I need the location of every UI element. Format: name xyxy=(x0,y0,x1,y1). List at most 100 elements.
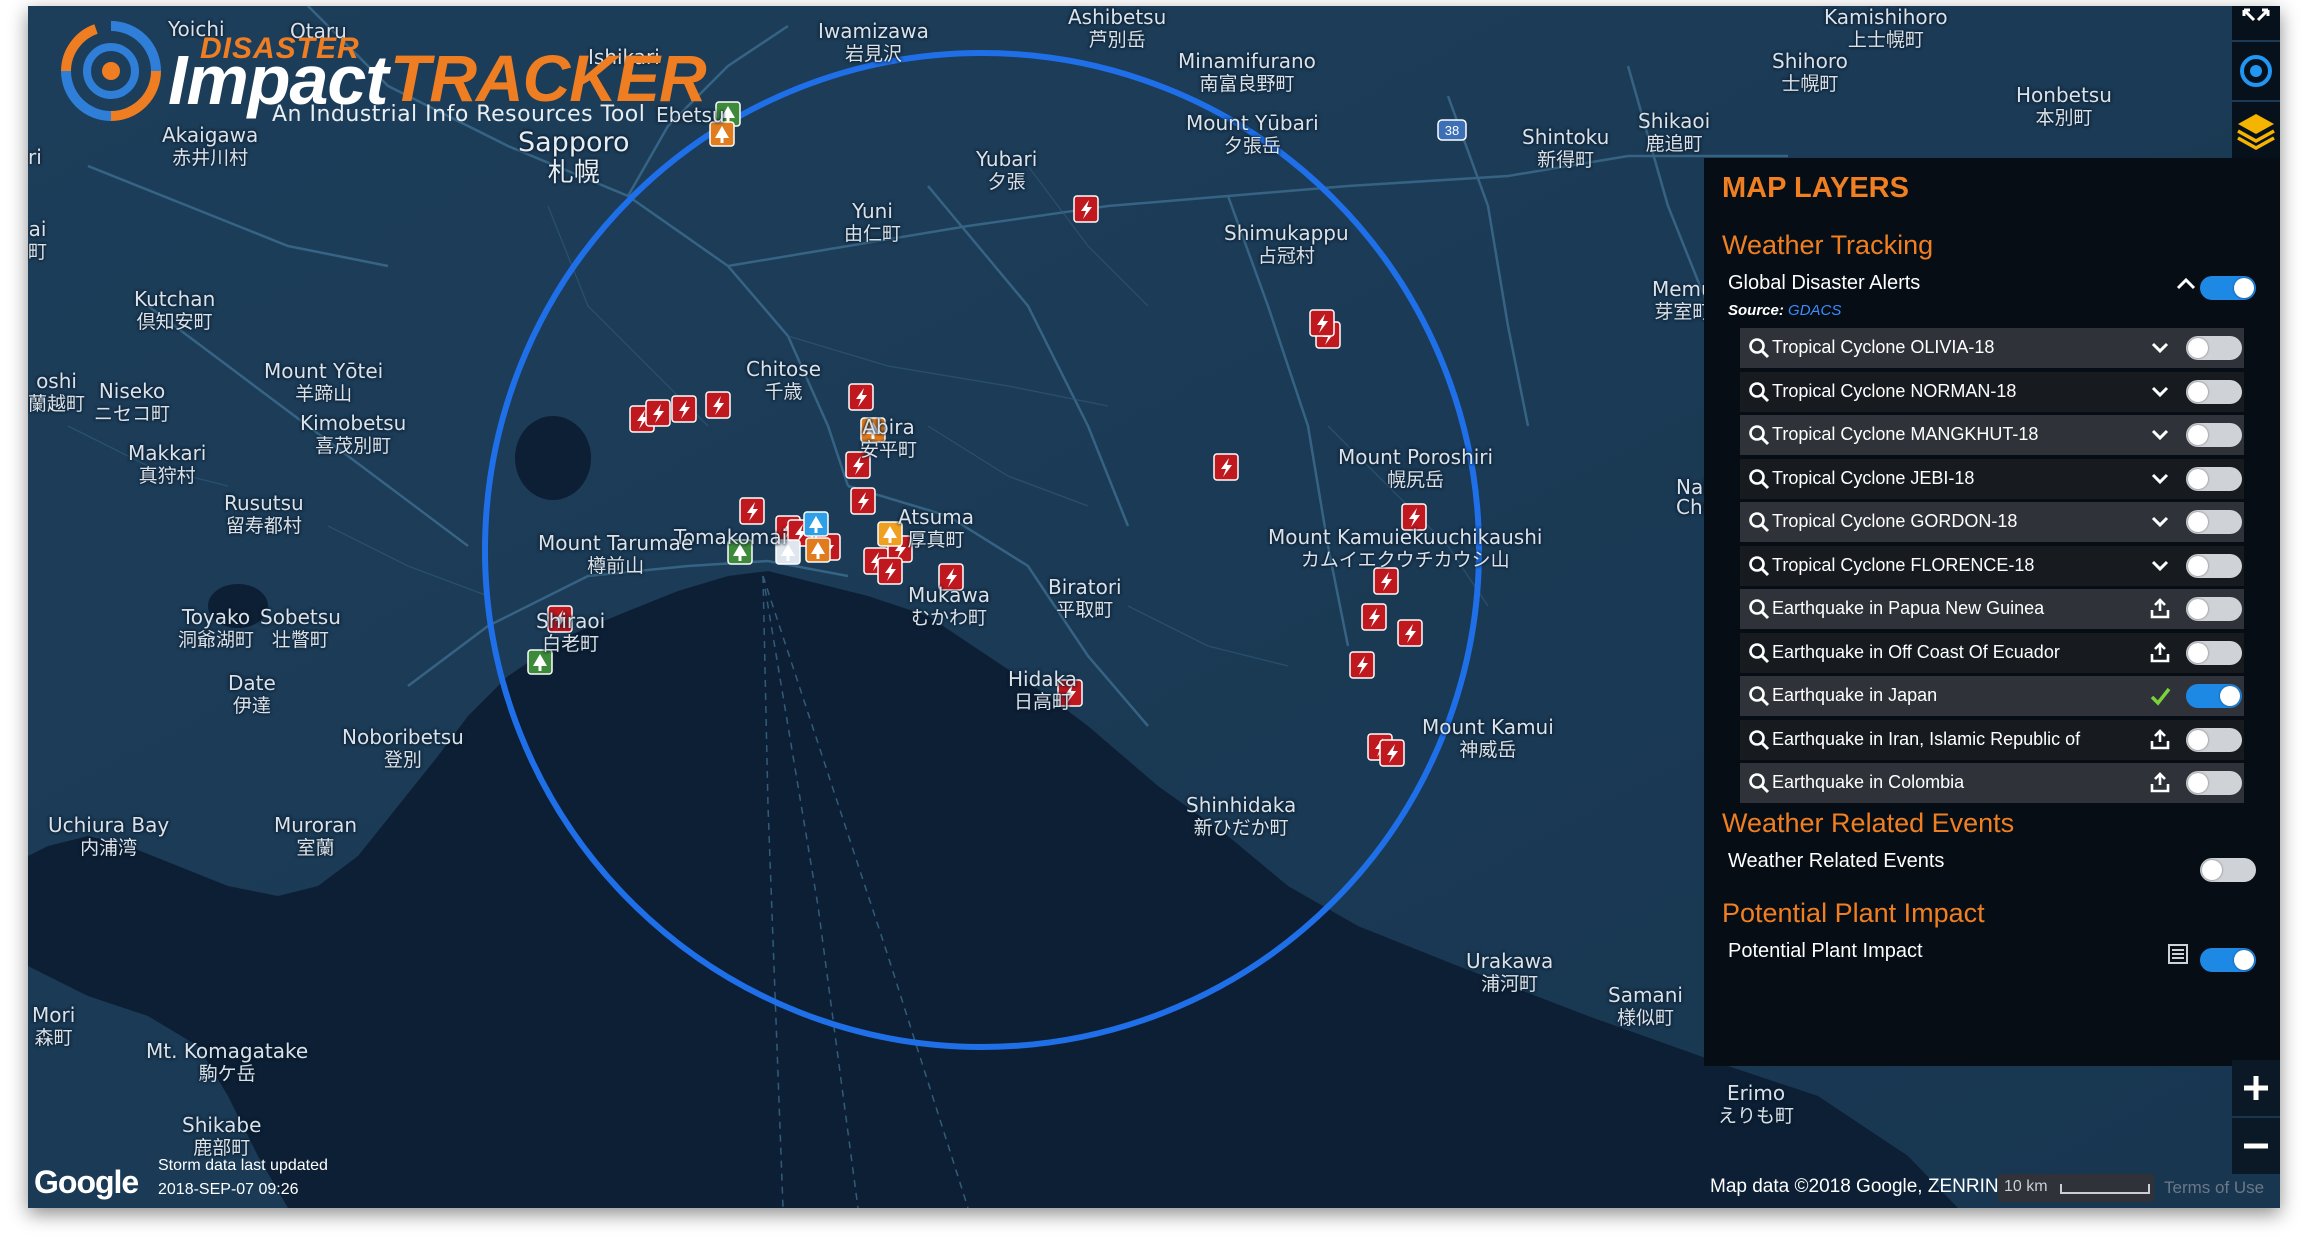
alert-row[interactable]: Tropical Cyclone OLIVIA-18 xyxy=(1740,328,2244,368)
alert-row[interactable]: Earthquake in Japan xyxy=(1740,676,2244,716)
search-icon[interactable] xyxy=(1747,684,1771,708)
chevron-down-icon[interactable] xyxy=(2148,510,2172,534)
chevron-down-icon[interactable] xyxy=(2148,380,2172,404)
chevron-down-icon[interactable] xyxy=(2148,336,2172,360)
plant-marker[interactable] xyxy=(803,511,829,537)
weather-events-toggle[interactable] xyxy=(2200,858,2256,882)
search-icon[interactable] xyxy=(1747,380,1771,404)
search-icon[interactable] xyxy=(1747,597,1771,621)
earthquake-alert-marker[interactable] xyxy=(1379,739,1405,767)
source-link[interactable]: GDACS xyxy=(1788,302,1841,319)
earthquake-alert-marker[interactable] xyxy=(1073,195,1099,223)
alert-row[interactable]: Earthquake in Iran, Islamic Republic of xyxy=(1740,719,2244,760)
place-native-name: 占冠村 xyxy=(1257,245,1315,267)
storm-update-label: Storm data last updated xyxy=(158,1157,328,1174)
search-icon[interactable] xyxy=(1747,728,1771,752)
place-name: Mount Yūbari xyxy=(1186,111,1319,135)
alert-toggle[interactable] xyxy=(2186,553,2242,578)
app-window: 38 Otaru Yoichi Iwamizawa 岩見沢 Ashibetsu 芦別岳 Mi… xyxy=(28,6,2280,1208)
plant-marker[interactable] xyxy=(805,537,831,563)
alert-row[interactable]: Tropical Cyclone MANGKHUT-18 xyxy=(1740,415,2244,455)
earthquake-alert-marker[interactable] xyxy=(1397,619,1423,647)
earthquake-alert-marker[interactable] xyxy=(671,395,697,423)
earthquake-alert-marker[interactable] xyxy=(739,497,765,525)
place-native-name: 平取町 xyxy=(1056,599,1114,621)
place-label: Mount Yūbari 夕張岳 xyxy=(1186,112,1319,158)
chevron-up-icon[interactable] xyxy=(2174,274,2198,294)
layers-icon xyxy=(2237,114,2275,151)
earthquake-alert-marker[interactable] xyxy=(1361,603,1387,631)
upload-icon[interactable] xyxy=(2148,728,2172,752)
alert-toggle[interactable] xyxy=(2186,684,2242,708)
toggle-knob xyxy=(2188,555,2208,576)
fullscreen-button[interactable] xyxy=(2232,6,2280,40)
place-native-name: 樽前山 xyxy=(587,555,645,577)
chevron-down-icon[interactable] xyxy=(2148,467,2172,491)
alert-toggle[interactable] xyxy=(2186,597,2242,621)
place-label: Abira 安平町 xyxy=(860,416,917,462)
upload-icon[interactable] xyxy=(2148,641,2172,665)
earthquake-alert-marker[interactable] xyxy=(850,487,876,515)
earthquake-alert-marker[interactable] xyxy=(848,383,874,411)
earthquake-alert-marker[interactable] xyxy=(645,399,671,427)
chevron-down-icon[interactable] xyxy=(2148,423,2172,447)
place-label: Niseko ニセコ町 xyxy=(94,380,170,426)
alert-toggle[interactable] xyxy=(2186,771,2242,795)
place-native-name: 浦河町 xyxy=(1481,973,1539,995)
alert-row[interactable]: Earthquake in Colombia xyxy=(1740,763,2244,803)
zoom-in-button[interactable] xyxy=(2232,1060,2280,1116)
alert-toggle[interactable] xyxy=(2186,336,2242,360)
map-layers-button[interactable] xyxy=(2232,102,2280,158)
google-logo[interactable]: Google xyxy=(34,1164,139,1201)
alert-label: Tropical Cyclone GORDON-18 xyxy=(1772,511,2018,531)
alert-row[interactable]: Tropical Cyclone GORDON-18 xyxy=(1740,502,2244,542)
alert-row[interactable]: Tropical Cyclone JEBI-18 xyxy=(1740,458,2244,499)
earthquake-alert-marker[interactable] xyxy=(1309,309,1335,337)
alert-row[interactable]: Earthquake in Papua New Guinea xyxy=(1740,589,2244,629)
global-disaster-alerts-toggle[interactable] xyxy=(2200,276,2256,300)
search-icon[interactable] xyxy=(1747,641,1771,665)
earthquake-alert-marker[interactable] xyxy=(705,391,731,419)
earthquake-alert-marker[interactable] xyxy=(1349,651,1375,679)
locate-icon xyxy=(2240,55,2272,87)
alert-toggle[interactable] xyxy=(2186,510,2242,534)
alert-toggle[interactable] xyxy=(2186,379,2242,404)
weather-events-label: Weather Related Events xyxy=(1728,850,1945,872)
place-label: Hidaka 日高町 xyxy=(1008,668,1077,714)
search-icon[interactable] xyxy=(1747,771,1771,795)
search-icon[interactable] xyxy=(1747,423,1771,447)
checkmark-icon[interactable] xyxy=(2148,684,2172,708)
search-icon[interactable] xyxy=(1747,510,1771,534)
place-label: Sobetsu 壮瞥町 xyxy=(260,606,341,652)
place-name: Shikabe xyxy=(182,1113,262,1137)
alert-toggle[interactable] xyxy=(2186,423,2242,447)
upload-icon[interactable] xyxy=(2148,771,2172,795)
zoom-out-button[interactable] xyxy=(2232,1118,2280,1174)
place-name: Yuni xyxy=(852,199,893,223)
terms-of-use-link[interactable]: Terms of Use xyxy=(2164,1178,2264,1198)
search-icon[interactable] xyxy=(1747,467,1771,491)
alert-row[interactable]: Earthquake in Off Coast Of Ecuador xyxy=(1740,632,2244,673)
my-location-button[interactable] xyxy=(2232,42,2280,100)
earthquake-alert-marker[interactable] xyxy=(1213,453,1239,481)
search-icon[interactable] xyxy=(1747,336,1771,360)
panel-title: MAP LAYERS xyxy=(1722,172,1909,204)
chevron-down-icon[interactable] xyxy=(2148,554,2172,578)
alert-toggle[interactable] xyxy=(2186,466,2242,491)
app-logo[interactable]: DISASTER Impact TRACKER An Industrial In… xyxy=(42,12,707,132)
list-icon[interactable] xyxy=(2166,942,2190,966)
upload-icon[interactable] xyxy=(2148,597,2172,621)
search-icon[interactable] xyxy=(1747,554,1771,578)
place-native-name: 森町 xyxy=(34,1027,73,1049)
scale-bar[interactable]: 10 km xyxy=(1998,1174,2154,1202)
place-label: ri xyxy=(28,146,42,169)
alert-toggle[interactable] xyxy=(2186,640,2242,665)
alert-toggle[interactable] xyxy=(2186,727,2242,752)
alert-row[interactable]: Tropical Cyclone NORMAN-18 xyxy=(1740,371,2244,412)
alert-row[interactable]: Tropical Cyclone FLORENCE-18 xyxy=(1740,545,2244,586)
earthquake-alert-marker[interactable] xyxy=(877,557,903,585)
plant-impact-toggle[interactable] xyxy=(2200,948,2256,972)
place-label: Shikaoi 鹿追町 xyxy=(1638,110,1710,156)
place-native-name: 留寿都村 xyxy=(225,515,302,537)
place-name: Muroran xyxy=(274,813,358,837)
